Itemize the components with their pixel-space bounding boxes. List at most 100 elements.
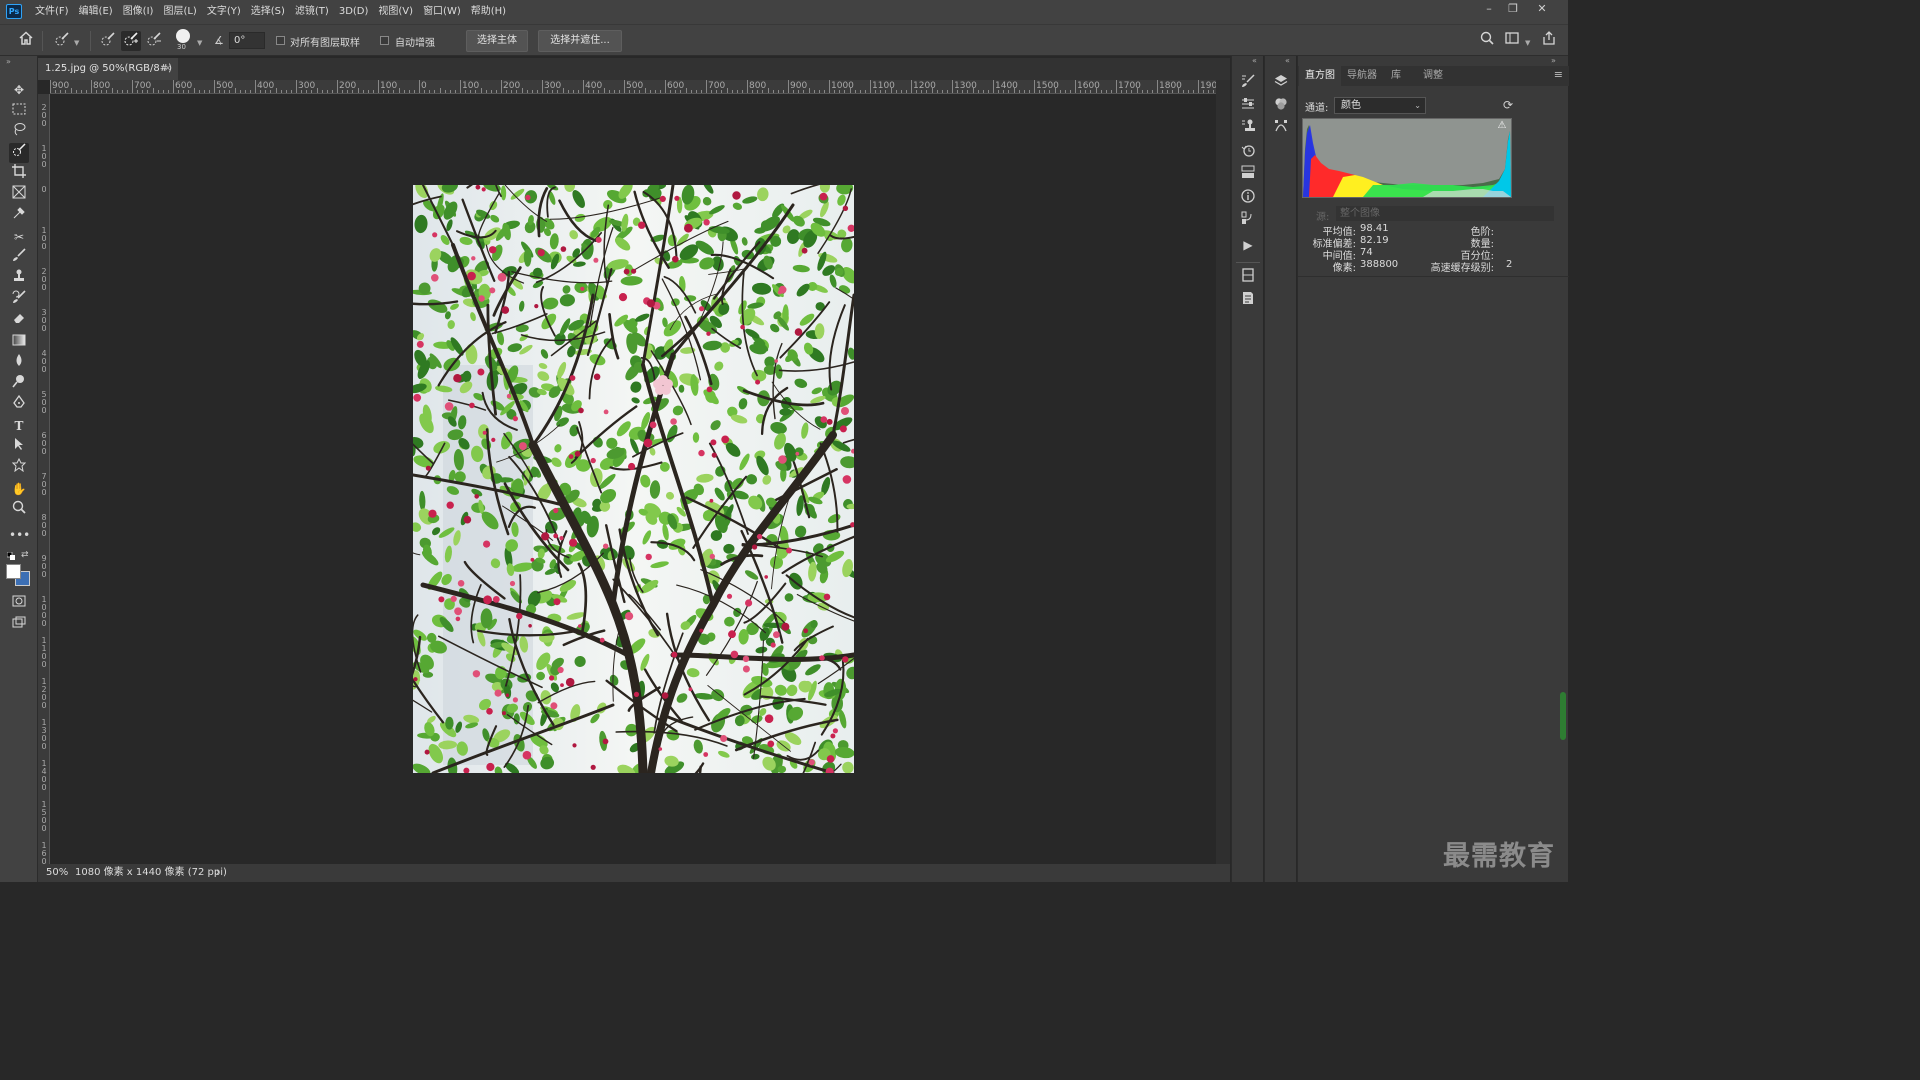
ruler-tick (552, 90, 554, 93)
panel-menu-icon[interactable]: ≡ (1554, 68, 1563, 81)
tab-navigator[interactable]: 导航器 (1341, 66, 1383, 86)
healing-brush-tool-icon[interactable]: ✂ (9, 227, 29, 247)
quick-selection-tool-icon[interactable] (9, 143, 29, 163)
channel-select[interactable]: 颜色 ⌄ (1334, 97, 1426, 114)
properties-icon[interactable] (1238, 97, 1258, 117)
menu-filter[interactable]: 滤镜(T) (290, 0, 334, 24)
brush-tool-icon[interactable] (9, 248, 29, 268)
subtract-selection-icon[interactable] (144, 31, 164, 51)
vertical-ruler[interactable]: 2001000100200300400500600700800900100011… (38, 94, 50, 864)
more-tools-icon[interactable]: ••• (9, 525, 30, 545)
move-tool-icon[interactable]: ✥ (9, 80, 29, 100)
brush-dropdown-icon[interactable]: ▼ (197, 39, 202, 47)
home-icon[interactable] (16, 31, 36, 51)
new-selection-icon[interactable] (98, 31, 118, 51)
share-icon[interactable] (1539, 31, 1559, 51)
horizontal-ruler[interactable]: 900 800 700 600 500 400 300 200 100 0 100 200 300 400… (50, 80, 1216, 94)
marquee-tool-icon[interactable] (9, 101, 29, 121)
ruler-tick (952, 80, 953, 93)
channels-icon[interactable] (1238, 165, 1258, 185)
select-subject-button[interactable]: 选择主体 (466, 30, 528, 52)
menu-3d[interactable]: 3D(D) (334, 0, 374, 24)
collapse-panel-icon[interactable]: » (1551, 56, 1556, 65)
menu-type[interactable]: 文字(Y) (202, 0, 246, 24)
sample-all-layers-checkbox[interactable] (276, 36, 285, 45)
close-tab-icon[interactable]: × (164, 58, 172, 80)
collapse-dock-icon[interactable]: « (1285, 56, 1290, 65)
menu-window[interactable]: 窗口(W) (418, 0, 466, 24)
type-tool-icon[interactable]: T (9, 416, 29, 436)
panel-scrollbar-thumb[interactable] (1560, 692, 1566, 740)
blur-tool-icon[interactable] (9, 353, 29, 373)
status-menu-arrow-icon[interactable]: › (216, 864, 220, 882)
add-to-selection-icon[interactable] (121, 31, 141, 51)
hand-tool-icon[interactable]: ✋ (9, 479, 29, 499)
auto-enhance-checkbox[interactable] (380, 36, 389, 45)
layers-icon[interactable] (1271, 74, 1291, 94)
paths-panel-icon[interactable] (1271, 119, 1291, 139)
refresh-icon[interactable]: ⟳ (1503, 98, 1513, 112)
document-tab[interactable]: 1.25.jpg @ 50%(RGB/8#) × (38, 58, 178, 80)
pen-tool-icon[interactable] (9, 394, 29, 415)
quick-mask-icon[interactable] (9, 593, 29, 613)
restore-button[interactable]: ❐ (1501, 0, 1525, 20)
menu-view[interactable]: 视图(V) (373, 0, 418, 24)
flower-bud (823, 593, 831, 601)
zoom-level[interactable]: 50% (46, 864, 68, 882)
expand-toolbar-icon[interactable]: » (6, 57, 11, 66)
menu-edit[interactable]: 编辑(E) (74, 0, 118, 24)
chevron-down-icon[interactable]: ▼ (74, 39, 79, 47)
ruler-tick (1003, 90, 1005, 93)
search-icon[interactable] (1477, 31, 1497, 51)
history-brush-tool-icon[interactable] (9, 290, 29, 310)
screen-mode-icon[interactable] (9, 614, 29, 634)
brush-preview-icon[interactable] (176, 29, 190, 43)
adjustments-icon[interactable] (1271, 97, 1291, 117)
clone-source-icon[interactable] (1238, 119, 1258, 139)
path-selection-tool-icon[interactable] (9, 437, 29, 457)
swap-colors-icon[interactable]: ⇄ (21, 550, 29, 560)
menu-help[interactable]: 帮助(H) (466, 0, 511, 24)
default-colors-icon[interactable] (6, 551, 15, 560)
frame-tool-icon[interactable] (9, 185, 29, 205)
menu-select[interactable]: 选择(S) (246, 0, 290, 24)
paths-icon[interactable] (1238, 211, 1258, 231)
zoom-tool-icon[interactable] (9, 500, 29, 520)
document-image[interactable] (413, 185, 854, 773)
eyedropper-tool-icon[interactable] (9, 206, 29, 226)
notes-icon[interactable] (1238, 291, 1258, 311)
tool-preset-icon[interactable] (52, 31, 72, 51)
clone-stamp-tool-icon[interactable] (9, 269, 29, 289)
menu-image[interactable]: 图像(I) (118, 0, 159, 24)
info-icon[interactable] (1238, 189, 1258, 209)
cache-warning-icon[interactable]: ⚠ (1496, 120, 1508, 132)
foreground-color-swatch[interactable] (6, 564, 21, 579)
artboards-icon[interactable] (1238, 268, 1258, 288)
dodge-tool-icon[interactable] (9, 374, 29, 394)
flower-bud (454, 607, 462, 616)
tab-libraries[interactable]: 库 (1385, 66, 1407, 86)
gradient-tool-icon[interactable] (9, 332, 29, 352)
menu-file[interactable]: 文件(F) (30, 0, 74, 24)
vertical-scrollbar[interactable] (1216, 80, 1230, 864)
ruler-tick (1105, 90, 1107, 93)
lasso-tool-icon[interactable] (9, 122, 29, 142)
menu-layer[interactable]: 图层(L) (158, 0, 201, 24)
angle-input[interactable]: 0° (229, 32, 265, 49)
workspace-icon[interactable] (1502, 31, 1522, 51)
history-icon[interactable] (1238, 143, 1258, 163)
actions-play-icon[interactable]: ▶ (1238, 235, 1258, 255)
workspace-dropdown-icon[interactable]: ▼ (1525, 39, 1530, 47)
collapse-dock-icon[interactable]: « (1252, 56, 1257, 65)
flower-bud (491, 437, 496, 442)
tab-histogram[interactable]: 直方图 (1299, 66, 1341, 86)
minimize-button[interactable]: – (1477, 0, 1501, 20)
close-window-button[interactable]: ✕ (1530, 0, 1554, 20)
brush-settings-icon[interactable] (1238, 74, 1258, 94)
ruler-tick (265, 90, 267, 93)
crop-tool-icon[interactable] (9, 164, 29, 184)
eraser-tool-icon[interactable] (9, 311, 29, 331)
select-and-mask-button[interactable]: 选择并遮住... (538, 30, 622, 52)
custom-shape-tool-icon[interactable] (9, 457, 29, 478)
tab-adjustments[interactable]: 调整 (1417, 66, 1449, 86)
